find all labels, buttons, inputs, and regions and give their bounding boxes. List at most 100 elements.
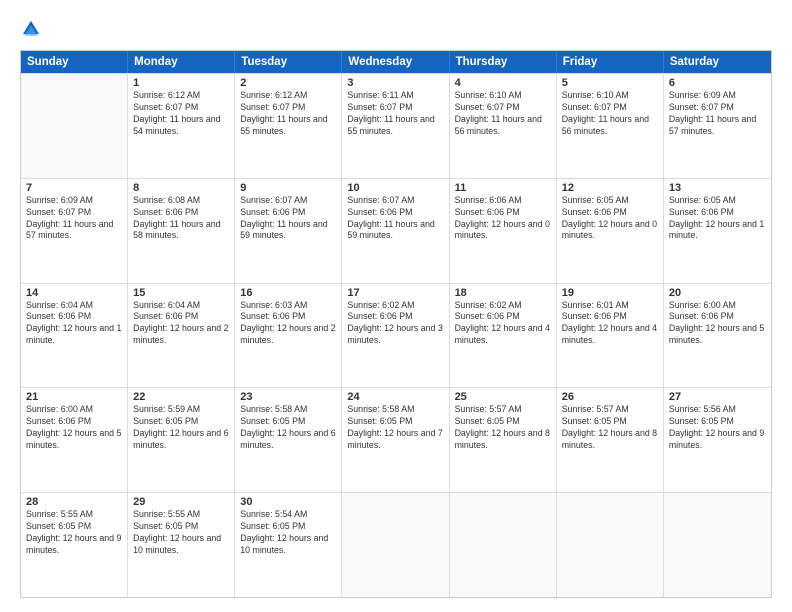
calendar-row: 1Sunrise: 6:12 AMSunset: 6:07 PMDaylight… — [21, 73, 771, 178]
calendar-row: 28Sunrise: 5:55 AMSunset: 6:05 PMDayligh… — [21, 492, 771, 597]
cell-info: Sunrise: 6:06 AMSunset: 6:06 PMDaylight:… — [455, 195, 551, 243]
day-number: 27 — [669, 391, 766, 403]
day-number: 20 — [669, 287, 766, 299]
calendar-cell — [21, 74, 128, 178]
page: SundayMondayTuesdayWednesdayThursdayFrid… — [0, 0, 792, 612]
calendar-cell: 18Sunrise: 6:02 AMSunset: 6:06 PMDayligh… — [450, 284, 557, 388]
day-header-saturday: Saturday — [664, 51, 771, 73]
calendar-cell: 23Sunrise: 5:58 AMSunset: 6:05 PMDayligh… — [235, 388, 342, 492]
day-number: 12 — [562, 182, 658, 194]
day-number: 2 — [240, 77, 336, 89]
calendar-cell: 21Sunrise: 6:00 AMSunset: 6:06 PMDayligh… — [21, 388, 128, 492]
calendar-cell — [664, 493, 771, 597]
cell-info: Sunrise: 6:00 AMSunset: 6:06 PMDaylight:… — [669, 300, 766, 348]
day-number: 4 — [455, 77, 551, 89]
day-number: 11 — [455, 182, 551, 194]
calendar-cell: 20Sunrise: 6:00 AMSunset: 6:06 PMDayligh… — [664, 284, 771, 388]
calendar-cell: 6Sunrise: 6:09 AMSunset: 6:07 PMDaylight… — [664, 74, 771, 178]
cell-info: Sunrise: 6:07 AMSunset: 6:06 PMDaylight:… — [240, 195, 336, 243]
cell-info: Sunrise: 6:01 AMSunset: 6:06 PMDaylight:… — [562, 300, 658, 348]
day-header-friday: Friday — [557, 51, 664, 73]
cell-info: Sunrise: 6:02 AMSunset: 6:06 PMDaylight:… — [347, 300, 443, 348]
cell-info: Sunrise: 6:04 AMSunset: 6:06 PMDaylight:… — [26, 300, 122, 348]
calendar-row: 21Sunrise: 6:00 AMSunset: 6:06 PMDayligh… — [21, 387, 771, 492]
calendar-cell — [450, 493, 557, 597]
day-header-wednesday: Wednesday — [342, 51, 449, 73]
day-number: 5 — [562, 77, 658, 89]
cell-info: Sunrise: 6:05 AMSunset: 6:06 PMDaylight:… — [669, 195, 766, 243]
cell-info: Sunrise: 6:00 AMSunset: 6:06 PMDaylight:… — [26, 404, 122, 452]
calendar-cell: 12Sunrise: 6:05 AMSunset: 6:06 PMDayligh… — [557, 179, 664, 283]
cell-info: Sunrise: 6:08 AMSunset: 6:06 PMDaylight:… — [133, 195, 229, 243]
calendar-body: 1Sunrise: 6:12 AMSunset: 6:07 PMDaylight… — [21, 73, 771, 597]
calendar-cell: 28Sunrise: 5:55 AMSunset: 6:05 PMDayligh… — [21, 493, 128, 597]
day-number: 29 — [133, 496, 229, 508]
cell-info: Sunrise: 6:12 AMSunset: 6:07 PMDaylight:… — [133, 90, 229, 138]
cell-info: Sunrise: 6:07 AMSunset: 6:06 PMDaylight:… — [347, 195, 443, 243]
calendar-cell — [557, 493, 664, 597]
calendar-cell — [342, 493, 449, 597]
cell-info: Sunrise: 5:58 AMSunset: 6:05 PMDaylight:… — [347, 404, 443, 452]
calendar: SundayMondayTuesdayWednesdayThursdayFrid… — [20, 50, 772, 598]
calendar-cell: 5Sunrise: 6:10 AMSunset: 6:07 PMDaylight… — [557, 74, 664, 178]
calendar-cell: 11Sunrise: 6:06 AMSunset: 6:06 PMDayligh… — [450, 179, 557, 283]
logo-icon — [20, 18, 42, 40]
day-number: 28 — [26, 496, 122, 508]
calendar-cell: 25Sunrise: 5:57 AMSunset: 6:05 PMDayligh… — [450, 388, 557, 492]
calendar-cell: 3Sunrise: 6:11 AMSunset: 6:07 PMDaylight… — [342, 74, 449, 178]
day-number: 26 — [562, 391, 658, 403]
day-number: 16 — [240, 287, 336, 299]
calendar-cell: 1Sunrise: 6:12 AMSunset: 6:07 PMDaylight… — [128, 74, 235, 178]
cell-info: Sunrise: 6:12 AMSunset: 6:07 PMDaylight:… — [240, 90, 336, 138]
day-number: 23 — [240, 391, 336, 403]
day-header-tuesday: Tuesday — [235, 51, 342, 73]
day-number: 9 — [240, 182, 336, 194]
calendar-row: 7Sunrise: 6:09 AMSunset: 6:07 PMDaylight… — [21, 178, 771, 283]
day-number: 18 — [455, 287, 551, 299]
day-number: 1 — [133, 77, 229, 89]
calendar-cell: 19Sunrise: 6:01 AMSunset: 6:06 PMDayligh… — [557, 284, 664, 388]
cell-info: Sunrise: 5:55 AMSunset: 6:05 PMDaylight:… — [26, 509, 122, 557]
calendar-cell: 30Sunrise: 5:54 AMSunset: 6:05 PMDayligh… — [235, 493, 342, 597]
day-number: 22 — [133, 391, 229, 403]
day-header-thursday: Thursday — [450, 51, 557, 73]
calendar-cell: 8Sunrise: 6:08 AMSunset: 6:06 PMDaylight… — [128, 179, 235, 283]
day-number: 10 — [347, 182, 443, 194]
calendar-row: 14Sunrise: 6:04 AMSunset: 6:06 PMDayligh… — [21, 283, 771, 388]
calendar-cell: 2Sunrise: 6:12 AMSunset: 6:07 PMDaylight… — [235, 74, 342, 178]
cell-info: Sunrise: 6:03 AMSunset: 6:06 PMDaylight:… — [240, 300, 336, 348]
cell-info: Sunrise: 6:10 AMSunset: 6:07 PMDaylight:… — [562, 90, 658, 138]
cell-info: Sunrise: 6:09 AMSunset: 6:07 PMDaylight:… — [26, 195, 122, 243]
calendar-cell: 26Sunrise: 5:57 AMSunset: 6:05 PMDayligh… — [557, 388, 664, 492]
day-number: 6 — [669, 77, 766, 89]
day-header-monday: Monday — [128, 51, 235, 73]
day-number: 30 — [240, 496, 336, 508]
cell-info: Sunrise: 5:55 AMSunset: 6:05 PMDaylight:… — [133, 509, 229, 557]
day-number: 8 — [133, 182, 229, 194]
day-number: 15 — [133, 287, 229, 299]
cell-info: Sunrise: 5:56 AMSunset: 6:05 PMDaylight:… — [669, 404, 766, 452]
calendar-cell: 16Sunrise: 6:03 AMSunset: 6:06 PMDayligh… — [235, 284, 342, 388]
cell-info: Sunrise: 5:58 AMSunset: 6:05 PMDaylight:… — [240, 404, 336, 452]
cell-info: Sunrise: 6:11 AMSunset: 6:07 PMDaylight:… — [347, 90, 443, 138]
cell-info: Sunrise: 5:57 AMSunset: 6:05 PMDaylight:… — [455, 404, 551, 452]
cell-info: Sunrise: 6:04 AMSunset: 6:06 PMDaylight:… — [133, 300, 229, 348]
day-number: 25 — [455, 391, 551, 403]
calendar-cell: 14Sunrise: 6:04 AMSunset: 6:06 PMDayligh… — [21, 284, 128, 388]
day-number: 21 — [26, 391, 122, 403]
day-number: 17 — [347, 287, 443, 299]
header — [20, 18, 772, 40]
cell-info: Sunrise: 6:09 AMSunset: 6:07 PMDaylight:… — [669, 90, 766, 138]
day-number: 19 — [562, 287, 658, 299]
calendar-cell: 22Sunrise: 5:59 AMSunset: 6:05 PMDayligh… — [128, 388, 235, 492]
calendar-cell: 9Sunrise: 6:07 AMSunset: 6:06 PMDaylight… — [235, 179, 342, 283]
logo — [20, 18, 44, 40]
calendar-cell: 15Sunrise: 6:04 AMSunset: 6:06 PMDayligh… — [128, 284, 235, 388]
calendar-cell: 29Sunrise: 5:55 AMSunset: 6:05 PMDayligh… — [128, 493, 235, 597]
calendar-cell: 27Sunrise: 5:56 AMSunset: 6:05 PMDayligh… — [664, 388, 771, 492]
cell-info: Sunrise: 6:10 AMSunset: 6:07 PMDaylight:… — [455, 90, 551, 138]
day-number: 14 — [26, 287, 122, 299]
cell-info: Sunrise: 6:05 AMSunset: 6:06 PMDaylight:… — [562, 195, 658, 243]
calendar-cell: 10Sunrise: 6:07 AMSunset: 6:06 PMDayligh… — [342, 179, 449, 283]
calendar-cell: 13Sunrise: 6:05 AMSunset: 6:06 PMDayligh… — [664, 179, 771, 283]
